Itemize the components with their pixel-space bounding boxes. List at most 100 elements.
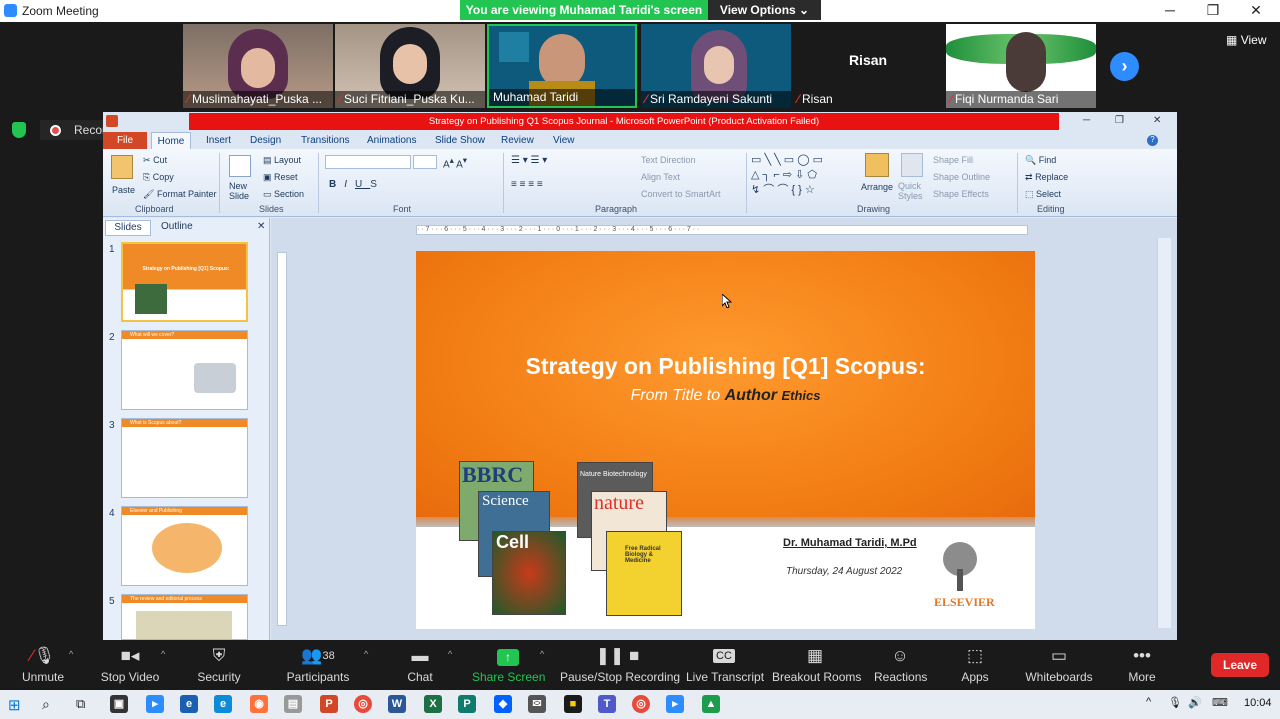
shape-fill-button[interactable]: Shape Fill <box>933 155 973 165</box>
font-name-dropdown[interactable] <box>325 155 411 169</box>
participant-tile[interactable]: ⁄ Sri Ramdayeni Sakunti <box>641 24 791 108</box>
stop-video-button[interactable]: ■◂ Stop Video <box>98 641 162 690</box>
edge-legacy-icon[interactable]: e <box>180 695 198 713</box>
ppt-minimize-button[interactable]: ─ <box>1083 115 1090 126</box>
help-icon[interactable]: ? <box>1147 135 1158 146</box>
security-button[interactable]: ⛨ Security <box>194 641 244 690</box>
whiteboards-button[interactable]: ▭ Whiteboards <box>1024 641 1094 690</box>
search-icon[interactable]: ⌕ <box>42 696 50 713</box>
tab-slide-show[interactable]: Slide Show <box>435 135 485 146</box>
restore-button[interactable]: ❐ <box>1193 2 1233 19</box>
edge-icon[interactable]: e <box>214 695 232 713</box>
tab-review[interactable]: Review <box>501 135 534 146</box>
participant-tile[interactable]: ⁄ Muslimahayati_Puska ... <box>183 24 333 108</box>
pause-stop-recording-button[interactable]: ❚❚ ■ Pause/Stop Recording <box>560 641 680 690</box>
view-options-button[interactable]: View Options ⌄ <box>708 0 821 20</box>
tab-view[interactable]: View <box>553 135 575 146</box>
text-direction-button[interactable]: Text Direction <box>641 155 696 165</box>
replace-button[interactable]: ⇄ Replace <box>1025 172 1068 183</box>
share-screen-button[interactable]: ↑ Share Screen <box>472 641 545 690</box>
powerpoint-taskbar-icon[interactable]: P <box>320 695 338 713</box>
publisher-icon[interactable]: P <box>458 695 476 713</box>
new-slide-icon[interactable] <box>229 155 251 177</box>
reactions-button[interactable]: ☺ Reactions <box>874 641 927 690</box>
windows-start-icon[interactable]: ⊞ <box>8 696 21 714</box>
participants-button[interactable]: 👥38 Participants <box>284 641 352 690</box>
section-button[interactable]: ▭ Section <box>263 189 304 200</box>
quick-styles-button[interactable]: Quick Styles <box>898 181 924 201</box>
shape-effects-button[interactable]: Shape Effects <box>933 189 989 199</box>
zoom-taskbar-icon[interactable]: ▸ <box>146 695 164 713</box>
tab-slides[interactable]: Slides <box>105 220 151 236</box>
chrome-icon-2[interactable]: ◎ <box>632 695 650 713</box>
font-format-buttons[interactable]: BIUS <box>329 179 385 190</box>
volume-icon[interactable]: 🔊 <box>1188 696 1202 709</box>
slide-thumbnail[interactable]: Elsevier and Publishing <box>121 506 248 586</box>
tab-design[interactable]: Design <box>250 135 281 146</box>
chat-options-caret[interactable]: ^ <box>448 649 452 659</box>
cut-button[interactable]: ✂ Cut <box>143 155 167 166</box>
layout-button[interactable]: ▤ Layout <box>263 155 301 166</box>
format-painter-button[interactable]: 🖌 Format Painter <box>143 189 216 200</box>
app-triangle-icon[interactable]: ▲ <box>702 695 720 713</box>
copy-button[interactable]: ⎘ Copy <box>143 172 174 183</box>
vertical-scrollbar[interactable] <box>1157 238 1171 628</box>
word-icon[interactable]: W <box>388 695 406 713</box>
find-button[interactable]: 🔍 Find <box>1025 155 1056 166</box>
align-icons[interactable]: ≡ ≡ ≡ ≡ <box>511 179 543 190</box>
reset-button[interactable]: ▣ Reset <box>263 172 298 183</box>
dropbox-icon[interactable]: ◆ <box>494 695 512 713</box>
minimize-button[interactable]: ─ <box>1150 2 1190 18</box>
tab-file[interactable]: File <box>103 132 147 150</box>
live-transcript-button[interactable]: CC Live Transcript <box>686 641 764 690</box>
participant-tile[interactable]: ⁄ Fiqi Nurmanda Sari <box>946 24 1096 108</box>
firefox-icon[interactable]: ◉ <box>250 695 268 713</box>
task-view-icon[interactable]: ⧉ <box>76 696 85 712</box>
unmute-button[interactable]: ⁄🎙 Unmute <box>18 641 68 690</box>
font-size-dropdown[interactable] <box>413 155 437 169</box>
share-options-caret[interactable]: ^ <box>540 649 544 659</box>
tab-home[interactable]: Home <box>151 132 191 150</box>
convert-smartart-button[interactable]: Convert to SmartArt <box>641 189 721 199</box>
grow-font-icon[interactable]: A▴ A▾ <box>443 155 467 170</box>
teams-icon[interactable]: T <box>598 695 616 713</box>
mic-tray-icon[interactable]: 🎙 <box>1168 696 1182 709</box>
slide-thumbnail[interactable]: Strategy on Publishing [Q1] Scopus: <box>121 242 248 322</box>
arrange-button[interactable]: Arrange <box>861 182 893 192</box>
tab-insert[interactable]: Insert <box>206 135 231 146</box>
zoom-taskbar-icon-2[interactable]: ▸ <box>666 695 684 713</box>
video-options-caret[interactable]: ^ <box>161 649 165 659</box>
shape-outline-button[interactable]: Shape Outline <box>933 172 990 182</box>
tray-chevron-icon[interactable]: ^ <box>1146 696 1151 708</box>
excel-icon[interactable]: X <box>424 695 442 713</box>
new-slide-button[interactable]: New Slide <box>229 181 255 201</box>
chat-button[interactable]: ▬ Chat <box>400 641 440 690</box>
shapes-gallery[interactable]: ▭ ╲ ╲ ▭ ◯ ▭ △ ┐ ⌐ ⇨ ⇩ ⬠ ↯ ⌒ ⌒ { } ☆ <box>751 153 851 198</box>
select-button[interactable]: ⬚ Select <box>1025 189 1061 200</box>
arrange-icon[interactable] <box>865 153 889 177</box>
more-button[interactable]: ••• More <box>1122 641 1162 690</box>
notes-icon[interactable]: ■ <box>564 695 582 713</box>
chrome-icon[interactable]: ◎ <box>354 695 372 713</box>
leave-button[interactable]: Leave <box>1211 653 1269 677</box>
tab-transitions[interactable]: Transitions <box>301 135 350 146</box>
slide-thumbnail[interactable]: What will we cover? <box>121 330 248 410</box>
tab-outline[interactable]: Outline <box>161 221 193 232</box>
file-manager-icon[interactable]: ▤ <box>284 695 302 713</box>
bullets-icon[interactable]: ☰ ▾ ☰ ▾ <box>511 155 547 166</box>
store-icon[interactable]: ▣ <box>110 695 128 713</box>
slide-thumbnail[interactable]: What is Scopus about? <box>121 418 248 498</box>
align-text-button[interactable]: Align Text <box>641 172 680 182</box>
paste-icon[interactable] <box>111 155 133 179</box>
mail-icon[interactable]: ✉ <box>528 695 546 713</box>
taskbar-clock[interactable]: 10:04 <box>1244 697 1272 709</box>
participant-tile-active-speaker[interactable]: Muhamad Taridi <box>487 24 637 108</box>
slide-thumbnail[interactable]: The review and editorial process <box>121 594 248 640</box>
tab-animations[interactable]: Animations <box>367 135 416 146</box>
apps-button[interactable]: ⬚ Apps <box>955 641 995 690</box>
breakout-rooms-button[interactable]: ▦ Breakout Rooms <box>772 641 861 690</box>
ppt-restore-button[interactable]: ❐ <box>1115 115 1124 126</box>
participant-tile[interactable]: ⁄ Suci Fitriani_Puska Ku... <box>335 24 485 108</box>
quick-styles-icon[interactable] <box>901 153 923 177</box>
paste-button[interactable]: Paste <box>112 185 135 195</box>
